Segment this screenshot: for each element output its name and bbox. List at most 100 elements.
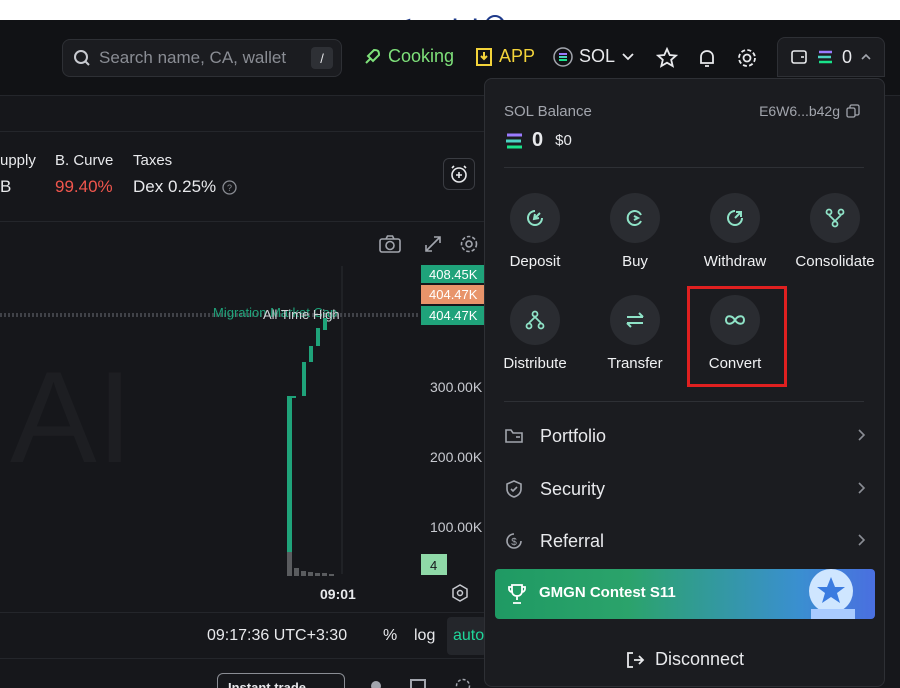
menu-item-security[interactable]: Security — [504, 469, 866, 509]
price-tag-current-text: 404.47K — [429, 308, 478, 323]
rocket-icon — [365, 48, 381, 64]
chain-label: SOL — [579, 46, 616, 66]
footer-bar: Instant trade — [0, 658, 485, 688]
x-tick: 09:01 — [320, 586, 356, 602]
search-input[interactable] — [99, 48, 299, 68]
taxes-label: Taxes — [133, 152, 173, 169]
taxes-value: Dex 0.25% — [133, 177, 217, 196]
transfer-button[interactable]: Transfer — [585, 295, 685, 372]
buy-button[interactable]: Buy — [585, 193, 685, 270]
curve-value: 99.40% — [55, 177, 113, 196]
copy-icon[interactable] — [846, 104, 860, 118]
search-icon — [74, 50, 90, 66]
volume-bar — [287, 552, 292, 576]
search-box[interactable]: / — [62, 39, 342, 77]
referral-label: Referral — [540, 530, 605, 551]
percent-toggle[interactable]: % — [383, 627, 397, 645]
sol-balance-label: SOL Balance — [504, 103, 592, 120]
y-tick: 200.00K — [430, 449, 483, 465]
volume-bar — [329, 574, 334, 576]
settings-button[interactable] — [735, 46, 759, 70]
solana-icon — [818, 50, 832, 64]
price-chart[interactable]: AI Migration Market Cap All Time High 40… — [0, 222, 485, 618]
portfolio-icon — [505, 429, 523, 443]
supply-stat: upply B — [0, 152, 36, 197]
curve-stat: B. Curve 99.40% — [55, 152, 113, 197]
disconnect-button[interactable]: Disconnect — [625, 649, 744, 670]
trophy-icon — [508, 584, 526, 604]
distribute-button[interactable]: Distribute — [485, 295, 585, 372]
token-stats: upply B B. Curve 99.40% Taxes Dex 0.25% … — [0, 132, 485, 222]
bell-icon — [700, 50, 714, 67]
chain-selector[interactable]: SOL — [553, 46, 635, 67]
chart-scale-settings-icon[interactable] — [452, 584, 468, 602]
referral-icon: $ — [506, 533, 522, 549]
menu-item-portfolio[interactable]: Portfolio — [504, 416, 866, 456]
log-toggle[interactable]: log — [414, 627, 435, 645]
sol-amount: 0 — [532, 129, 544, 151]
ath-annotation: All Time High — [263, 307, 340, 322]
wallet-panel: SOL Balance E6W6...b42g 0 $0 Deposit Buy… — [484, 78, 885, 687]
gear-icon[interactable] — [454, 677, 472, 688]
token-tab-bar — [0, 96, 485, 132]
cooking-link[interactable]: Cooking — [362, 46, 454, 67]
consolidate-button[interactable]: Consolidate — [785, 193, 885, 270]
consolidate-label: Consolidate — [795, 253, 875, 270]
chevron-up-icon — [861, 53, 871, 60]
chevron-right-icon — [858, 429, 866, 441]
alarm-icon — [451, 165, 467, 183]
withdraw-button[interactable]: Withdraw — [685, 193, 785, 270]
contest-banner[interactable]: GMGN Contest S11 — [495, 569, 875, 619]
deposit-icon-circle — [510, 193, 560, 243]
deposit-button[interactable]: Deposit — [485, 193, 585, 270]
volume-bar — [301, 571, 306, 576]
wallet-icon — [791, 50, 807, 64]
wallet-balance: 0 — [842, 46, 853, 67]
candle — [302, 362, 306, 396]
auto-toggle[interactable]: auto — [447, 617, 487, 655]
buy-icon-circle — [610, 193, 660, 243]
wallet-button[interactable]: 0 — [777, 37, 885, 77]
instant-trade-label: Instant trade — [228, 680, 307, 688]
chart-canvas: AI Migration Market Cap All Time High 40… — [0, 265, 485, 602]
candle — [292, 396, 296, 398]
deposit-label: Deposit — [509, 253, 561, 270]
candle — [316, 328, 320, 346]
svg-text:$: $ — [511, 537, 517, 548]
favorites-button[interactable] — [655, 46, 679, 70]
distribute-icon — [525, 310, 545, 330]
contest-label: GMGN Contest S11 — [539, 584, 676, 601]
taxes-value-row: Dex 0.25% ? — [133, 177, 237, 197]
balance-row: 0 $0 — [504, 129, 572, 152]
solana-icon — [553, 46, 573, 67]
price-tag-migration-text: 404.47K — [429, 287, 478, 302]
withdraw-icon — [727, 210, 743, 226]
status-dot — [371, 681, 381, 688]
disconnect-label: Disconnect — [655, 649, 745, 669]
help-icon[interactable]: ? — [222, 179, 237, 195]
notifications-button[interactable] — [695, 46, 719, 70]
wallet-address-text: E6W6...b42g — [759, 103, 840, 119]
usd-amount: $0 — [555, 132, 572, 149]
layout-icon[interactable] — [410, 679, 426, 688]
price-alert-button[interactable] — [443, 158, 475, 190]
volume-bar — [322, 573, 327, 576]
distribute-icon-circle — [510, 295, 560, 345]
withdraw-label: Withdraw — [703, 253, 767, 270]
supply-label: upply — [0, 152, 36, 169]
chart-time: 09:17:36 UTC+3:30 — [207, 627, 348, 644]
download-icon — [476, 47, 492, 66]
security-label: Security — [540, 478, 606, 499]
wallet-address[interactable]: E6W6...b42g — [759, 103, 860, 119]
candle — [309, 346, 313, 362]
consolidate-icon-circle — [810, 193, 860, 243]
transfer-icon-circle — [610, 295, 660, 345]
logout-icon — [627, 651, 645, 668]
menu-item-referral[interactable]: $ Referral — [504, 521, 866, 561]
chevron-right-icon — [858, 482, 866, 494]
solana-icon — [506, 133, 522, 148]
convert-highlight-box — [687, 286, 787, 387]
instant-trade-button[interactable]: Instant trade — [217, 673, 345, 688]
app-link[interactable]: APP — [475, 46, 535, 67]
y-tick: 100.00K — [430, 519, 483, 535]
